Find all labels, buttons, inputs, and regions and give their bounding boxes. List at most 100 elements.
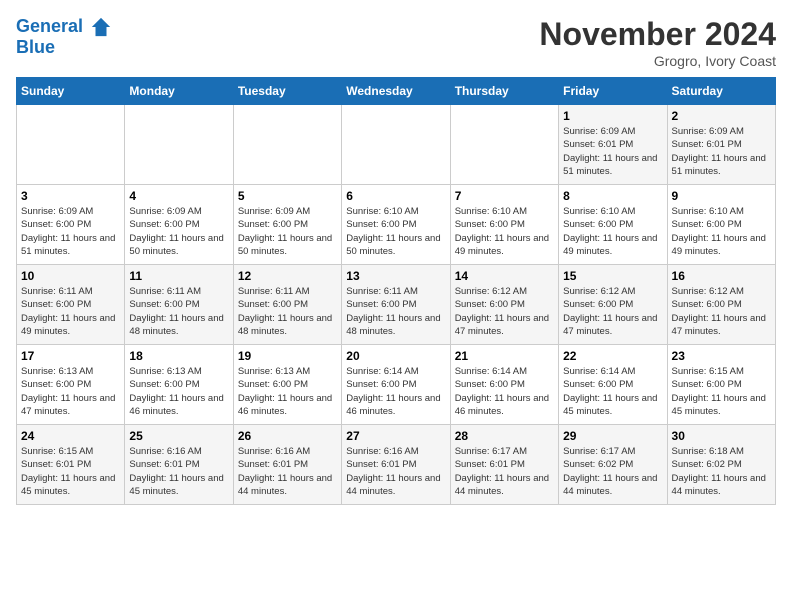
calendar-cell: 7 Sunrise: 6:10 AM Sunset: 6:00 PM Daylig… [450,185,558,265]
weekday-header-wednesday: Wednesday [342,78,450,105]
day-number: 21 [455,349,554,363]
title-area: November 2024 Grogro, Ivory Coast [539,16,776,69]
day-detail: Sunrise: 6:09 AM Sunset: 6:00 PM Dayligh… [129,205,228,258]
calendar-cell: 23 Sunrise: 6:15 AM Sunset: 6:00 PM Dayli… [667,345,775,425]
logo: General Blue [16,16,112,58]
day-number: 6 [346,189,445,203]
day-detail: Sunrise: 6:18 AM Sunset: 6:02 PM Dayligh… [672,445,771,498]
calendar-cell: 17 Sunrise: 6:13 AM Sunset: 6:00 PM Dayli… [17,345,125,425]
subtitle: Grogro, Ivory Coast [539,53,776,69]
weekday-header-monday: Monday [125,78,233,105]
day-detail: Sunrise: 6:10 AM Sunset: 6:00 PM Dayligh… [455,205,554,258]
day-detail: Sunrise: 6:14 AM Sunset: 6:00 PM Dayligh… [455,365,554,418]
day-number: 14 [455,269,554,283]
calendar-cell [450,105,558,185]
day-detail: Sunrise: 6:14 AM Sunset: 6:00 PM Dayligh… [346,365,445,418]
calendar-cell: 6 Sunrise: 6:10 AM Sunset: 6:00 PM Daylig… [342,185,450,265]
weekday-header-thursday: Thursday [450,78,558,105]
calendar-cell: 20 Sunrise: 6:14 AM Sunset: 6:00 PM Dayli… [342,345,450,425]
calendar-table: SundayMondayTuesdayWednesdayThursdayFrid… [16,77,776,505]
day-number: 16 [672,269,771,283]
main-title: November 2024 [539,16,776,53]
day-number: 30 [672,429,771,443]
day-number: 3 [21,189,120,203]
header: General Blue November 2024 Grogro, Ivory… [16,16,776,69]
calendar-cell: 16 Sunrise: 6:12 AM Sunset: 6:00 PM Dayli… [667,265,775,345]
day-detail: Sunrise: 6:16 AM Sunset: 6:01 PM Dayligh… [346,445,445,498]
calendar-body: 1Sunrise: 6:09 AM Sunset: 6:01 PM Daylig… [17,105,776,505]
calendar-cell: 2 Sunrise: 6:09 AM Sunset: 6:01 PM Daylig… [667,105,775,185]
day-number: 9 [672,189,771,203]
day-detail: Sunrise: 6:09 AM Sunset: 6:01 PM Dayligh… [672,125,771,178]
day-detail: Sunrise: 6:12 AM Sunset: 6:00 PM Dayligh… [563,285,662,338]
day-number: 19 [238,349,337,363]
calendar-cell [125,105,233,185]
day-number: 28 [455,429,554,443]
calendar-cell: 13 Sunrise: 6:11 AM Sunset: 6:00 PM Dayli… [342,265,450,345]
calendar-cell: 22 Sunrise: 6:14 AM Sunset: 6:00 PM Dayli… [559,345,667,425]
day-detail: Sunrise: 6:11 AM Sunset: 6:00 PM Dayligh… [21,285,120,338]
calendar-cell [233,105,341,185]
calendar-cell: 8Sunrise: 6:10 AM Sunset: 6:00 PM Daylig… [559,185,667,265]
logo-text: General Blue [16,16,112,58]
calendar-cell: 30 Sunrise: 6:18 AM Sunset: 6:02 PM Dayli… [667,425,775,505]
calendar-cell [342,105,450,185]
day-number: 26 [238,429,337,443]
calendar-cell: 15 Sunrise: 6:12 AM Sunset: 6:00 PM Dayli… [559,265,667,345]
weekday-header-tuesday: Tuesday [233,78,341,105]
calendar-cell: 18 Sunrise: 6:13 AM Sunset: 6:00 PM Dayli… [125,345,233,425]
day-number: 7 [455,189,554,203]
day-number: 22 [563,349,662,363]
day-number: 4 [129,189,228,203]
day-number: 10 [21,269,120,283]
day-detail: Sunrise: 6:11 AM Sunset: 6:00 PM Dayligh… [238,285,337,338]
day-number: 20 [346,349,445,363]
calendar-cell: 3 Sunrise: 6:09 AM Sunset: 6:00 PM Daylig… [17,185,125,265]
calendar-cell: 1Sunrise: 6:09 AM Sunset: 6:01 PM Daylig… [559,105,667,185]
calendar-cell: 5 Sunrise: 6:09 AM Sunset: 6:00 PM Daylig… [233,185,341,265]
day-detail: Sunrise: 6:15 AM Sunset: 6:00 PM Dayligh… [672,365,771,418]
day-detail: Sunrise: 6:13 AM Sunset: 6:00 PM Dayligh… [129,365,228,418]
day-detail: Sunrise: 6:12 AM Sunset: 6:00 PM Dayligh… [672,285,771,338]
day-number: 15 [563,269,662,283]
calendar-header-row: SundayMondayTuesdayWednesdayThursdayFrid… [17,78,776,105]
day-detail: Sunrise: 6:09 AM Sunset: 6:00 PM Dayligh… [238,205,337,258]
calendar-cell: 21 Sunrise: 6:14 AM Sunset: 6:00 PM Dayli… [450,345,558,425]
day-detail: Sunrise: 6:10 AM Sunset: 6:00 PM Dayligh… [563,205,662,258]
day-detail: Sunrise: 6:16 AM Sunset: 6:01 PM Dayligh… [238,445,337,498]
day-number: 11 [129,269,228,283]
calendar-week-row: 17 Sunrise: 6:13 AM Sunset: 6:00 PM Dayli… [17,345,776,425]
weekday-header-friday: Friday [559,78,667,105]
day-number: 2 [672,109,771,123]
calendar-cell: 25Sunrise: 6:16 AM Sunset: 6:01 PM Dayli… [125,425,233,505]
day-number: 18 [129,349,228,363]
day-detail: Sunrise: 6:14 AM Sunset: 6:00 PM Dayligh… [563,365,662,418]
day-detail: Sunrise: 6:13 AM Sunset: 6:00 PM Dayligh… [21,365,120,418]
calendar-cell: 9Sunrise: 6:10 AM Sunset: 6:00 PM Daylig… [667,185,775,265]
weekday-header-saturday: Saturday [667,78,775,105]
day-detail: Sunrise: 6:10 AM Sunset: 6:00 PM Dayligh… [346,205,445,258]
calendar-cell: 4 Sunrise: 6:09 AM Sunset: 6:00 PM Daylig… [125,185,233,265]
day-number: 23 [672,349,771,363]
day-detail: Sunrise: 6:17 AM Sunset: 6:01 PM Dayligh… [455,445,554,498]
calendar-cell [17,105,125,185]
calendar-cell: 29Sunrise: 6:17 AM Sunset: 6:02 PM Dayli… [559,425,667,505]
day-detail: Sunrise: 6:12 AM Sunset: 6:00 PM Dayligh… [455,285,554,338]
calendar-cell: 10 Sunrise: 6:11 AM Sunset: 6:00 PM Dayli… [17,265,125,345]
day-number: 5 [238,189,337,203]
day-number: 17 [21,349,120,363]
calendar-cell: 26 Sunrise: 6:16 AM Sunset: 6:01 PM Dayli… [233,425,341,505]
calendar-cell: 14 Sunrise: 6:12 AM Sunset: 6:00 PM Dayli… [450,265,558,345]
calendar-cell: 24Sunrise: 6:15 AM Sunset: 6:01 PM Dayli… [17,425,125,505]
day-number: 12 [238,269,337,283]
calendar-week-row: 24Sunrise: 6:15 AM Sunset: 6:01 PM Dayli… [17,425,776,505]
day-detail: Sunrise: 6:11 AM Sunset: 6:00 PM Dayligh… [346,285,445,338]
calendar-cell: 27Sunrise: 6:16 AM Sunset: 6:01 PM Dayli… [342,425,450,505]
day-number: 29 [563,429,662,443]
day-number: 24 [21,429,120,443]
day-detail: Sunrise: 6:09 AM Sunset: 6:00 PM Dayligh… [21,205,120,258]
day-detail: Sunrise: 6:11 AM Sunset: 6:00 PM Dayligh… [129,285,228,338]
calendar-cell: 19Sunrise: 6:13 AM Sunset: 6:00 PM Dayli… [233,345,341,425]
calendar-cell: 11 Sunrise: 6:11 AM Sunset: 6:00 PM Dayli… [125,265,233,345]
day-number: 13 [346,269,445,283]
